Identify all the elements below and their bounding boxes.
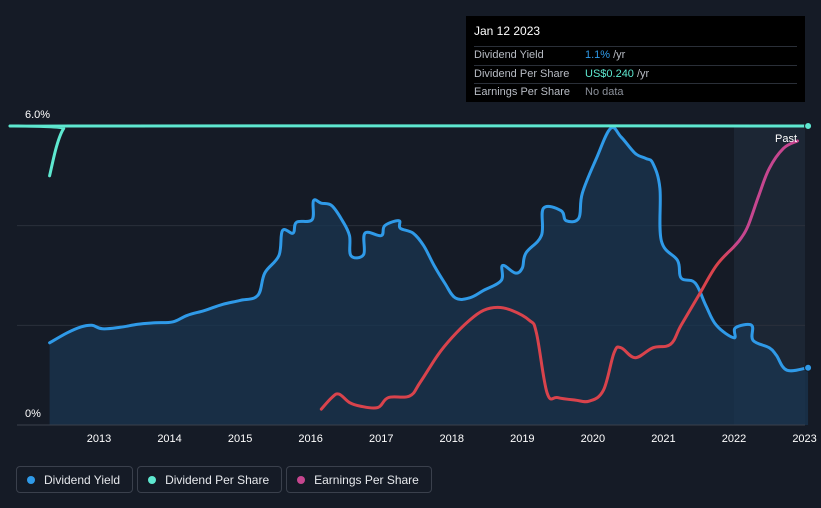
tooltip-row-earnings-per-share: Earnings Per Share No data xyxy=(474,83,797,102)
x-tick-label: 2018 xyxy=(440,433,464,445)
legend-label: Dividend Per Share xyxy=(165,472,270,487)
dividend-yield-area xyxy=(49,127,809,426)
tooltip: Jan 12 2023 Dividend Yield 1.1%/yr Divid… xyxy=(466,16,805,102)
legend-label: Earnings Per Share xyxy=(314,472,419,487)
past-label: Past xyxy=(775,133,797,145)
earnings-per-share-dot-icon xyxy=(297,475,306,484)
x-tick-label: 2014 xyxy=(157,433,181,445)
legend-label: Dividend Yield xyxy=(44,472,121,487)
legend-item-earnings-per-share[interactable]: Earnings Per Share xyxy=(286,466,432,493)
dividend-per-share-value: US$0.240 xyxy=(585,67,634,80)
unit-label: /yr xyxy=(613,49,626,61)
dividend-yield-value: 1.1% xyxy=(585,49,611,61)
legend-item-dividend-yield[interactable]: Dividend Yield xyxy=(16,466,134,493)
x-tick-label: 2013 xyxy=(87,433,111,445)
tooltip-value: No data xyxy=(585,84,627,102)
tooltip-label: Dividend Yield xyxy=(474,49,544,61)
tooltip-date: Jan 12 2023 xyxy=(474,24,541,38)
dividend-yield-end-marker xyxy=(804,363,813,372)
x-tick-label: 2021 xyxy=(651,433,675,445)
x-tick-label: 2019 xyxy=(510,433,534,445)
tooltip-label: Dividend Per Share xyxy=(474,67,570,80)
x-tick-label: 2017 xyxy=(369,433,393,445)
tooltip-row-dividend-yield: Dividend Yield 1.1%/yr xyxy=(474,46,797,65)
x-tick-label: 2016 xyxy=(298,433,322,445)
earnings-per-share-value: No data xyxy=(585,86,624,98)
legend-item-dividend-per-share[interactable]: Dividend Per Share xyxy=(137,466,283,493)
dividend-per-share-line[interactable] xyxy=(8,124,810,178)
x-tick-label: 2020 xyxy=(581,433,605,445)
dividend-per-share-end-marker xyxy=(804,122,813,130)
y-tick-label-min: 0% xyxy=(25,408,41,420)
tooltip-value: 1.1%/yr xyxy=(585,47,625,65)
y-tick-label-max: 6.0% xyxy=(25,109,50,121)
legend: Dividend Yield Dividend Per Share Earnin… xyxy=(16,466,432,493)
tooltip-label: Earnings Per Share xyxy=(474,86,570,98)
x-tick-label: 2022 xyxy=(722,433,746,445)
tooltip-value: US$0.240/yr xyxy=(585,66,649,84)
dividend-yield-dot-icon xyxy=(27,475,35,484)
unit-label: /yr xyxy=(636,67,650,80)
x-tick-label: 2015 xyxy=(228,433,252,445)
tooltip-row-dividend-per-share: Dividend Per Share US$0.240/yr xyxy=(474,64,797,84)
dividend-per-share-dot-icon xyxy=(148,475,157,484)
x-tick-label: 2023 xyxy=(792,433,816,445)
